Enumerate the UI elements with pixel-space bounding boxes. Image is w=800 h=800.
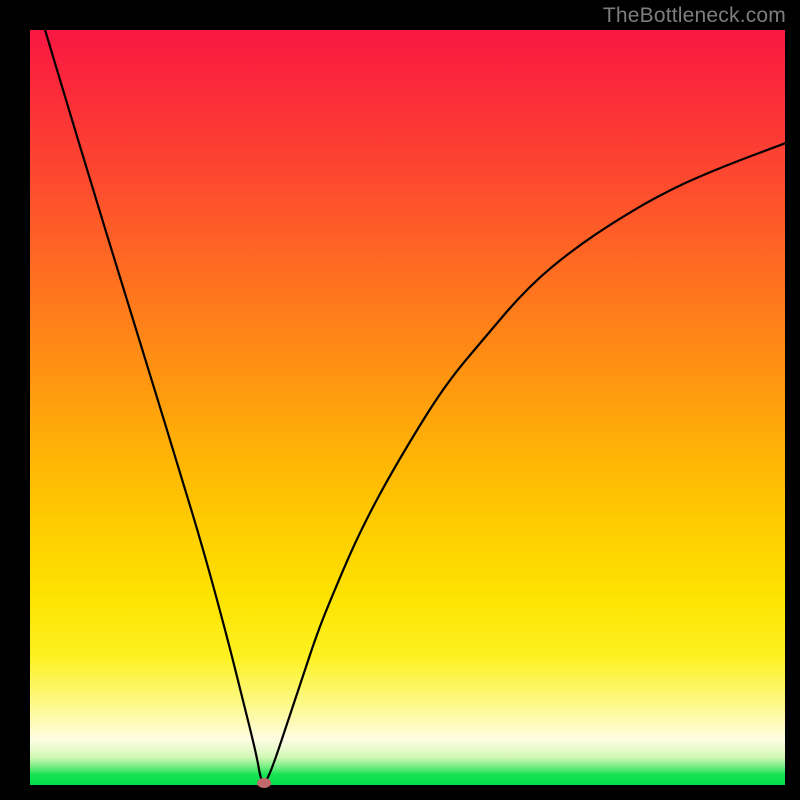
bottleneck-curve <box>45 30 785 782</box>
chart-root: TheBottleneck.com <box>0 0 800 800</box>
optimal-point-marker <box>257 778 271 788</box>
plot-area <box>30 30 785 785</box>
watermark-text: TheBottleneck.com <box>603 4 786 28</box>
curve-svg <box>30 30 785 785</box>
